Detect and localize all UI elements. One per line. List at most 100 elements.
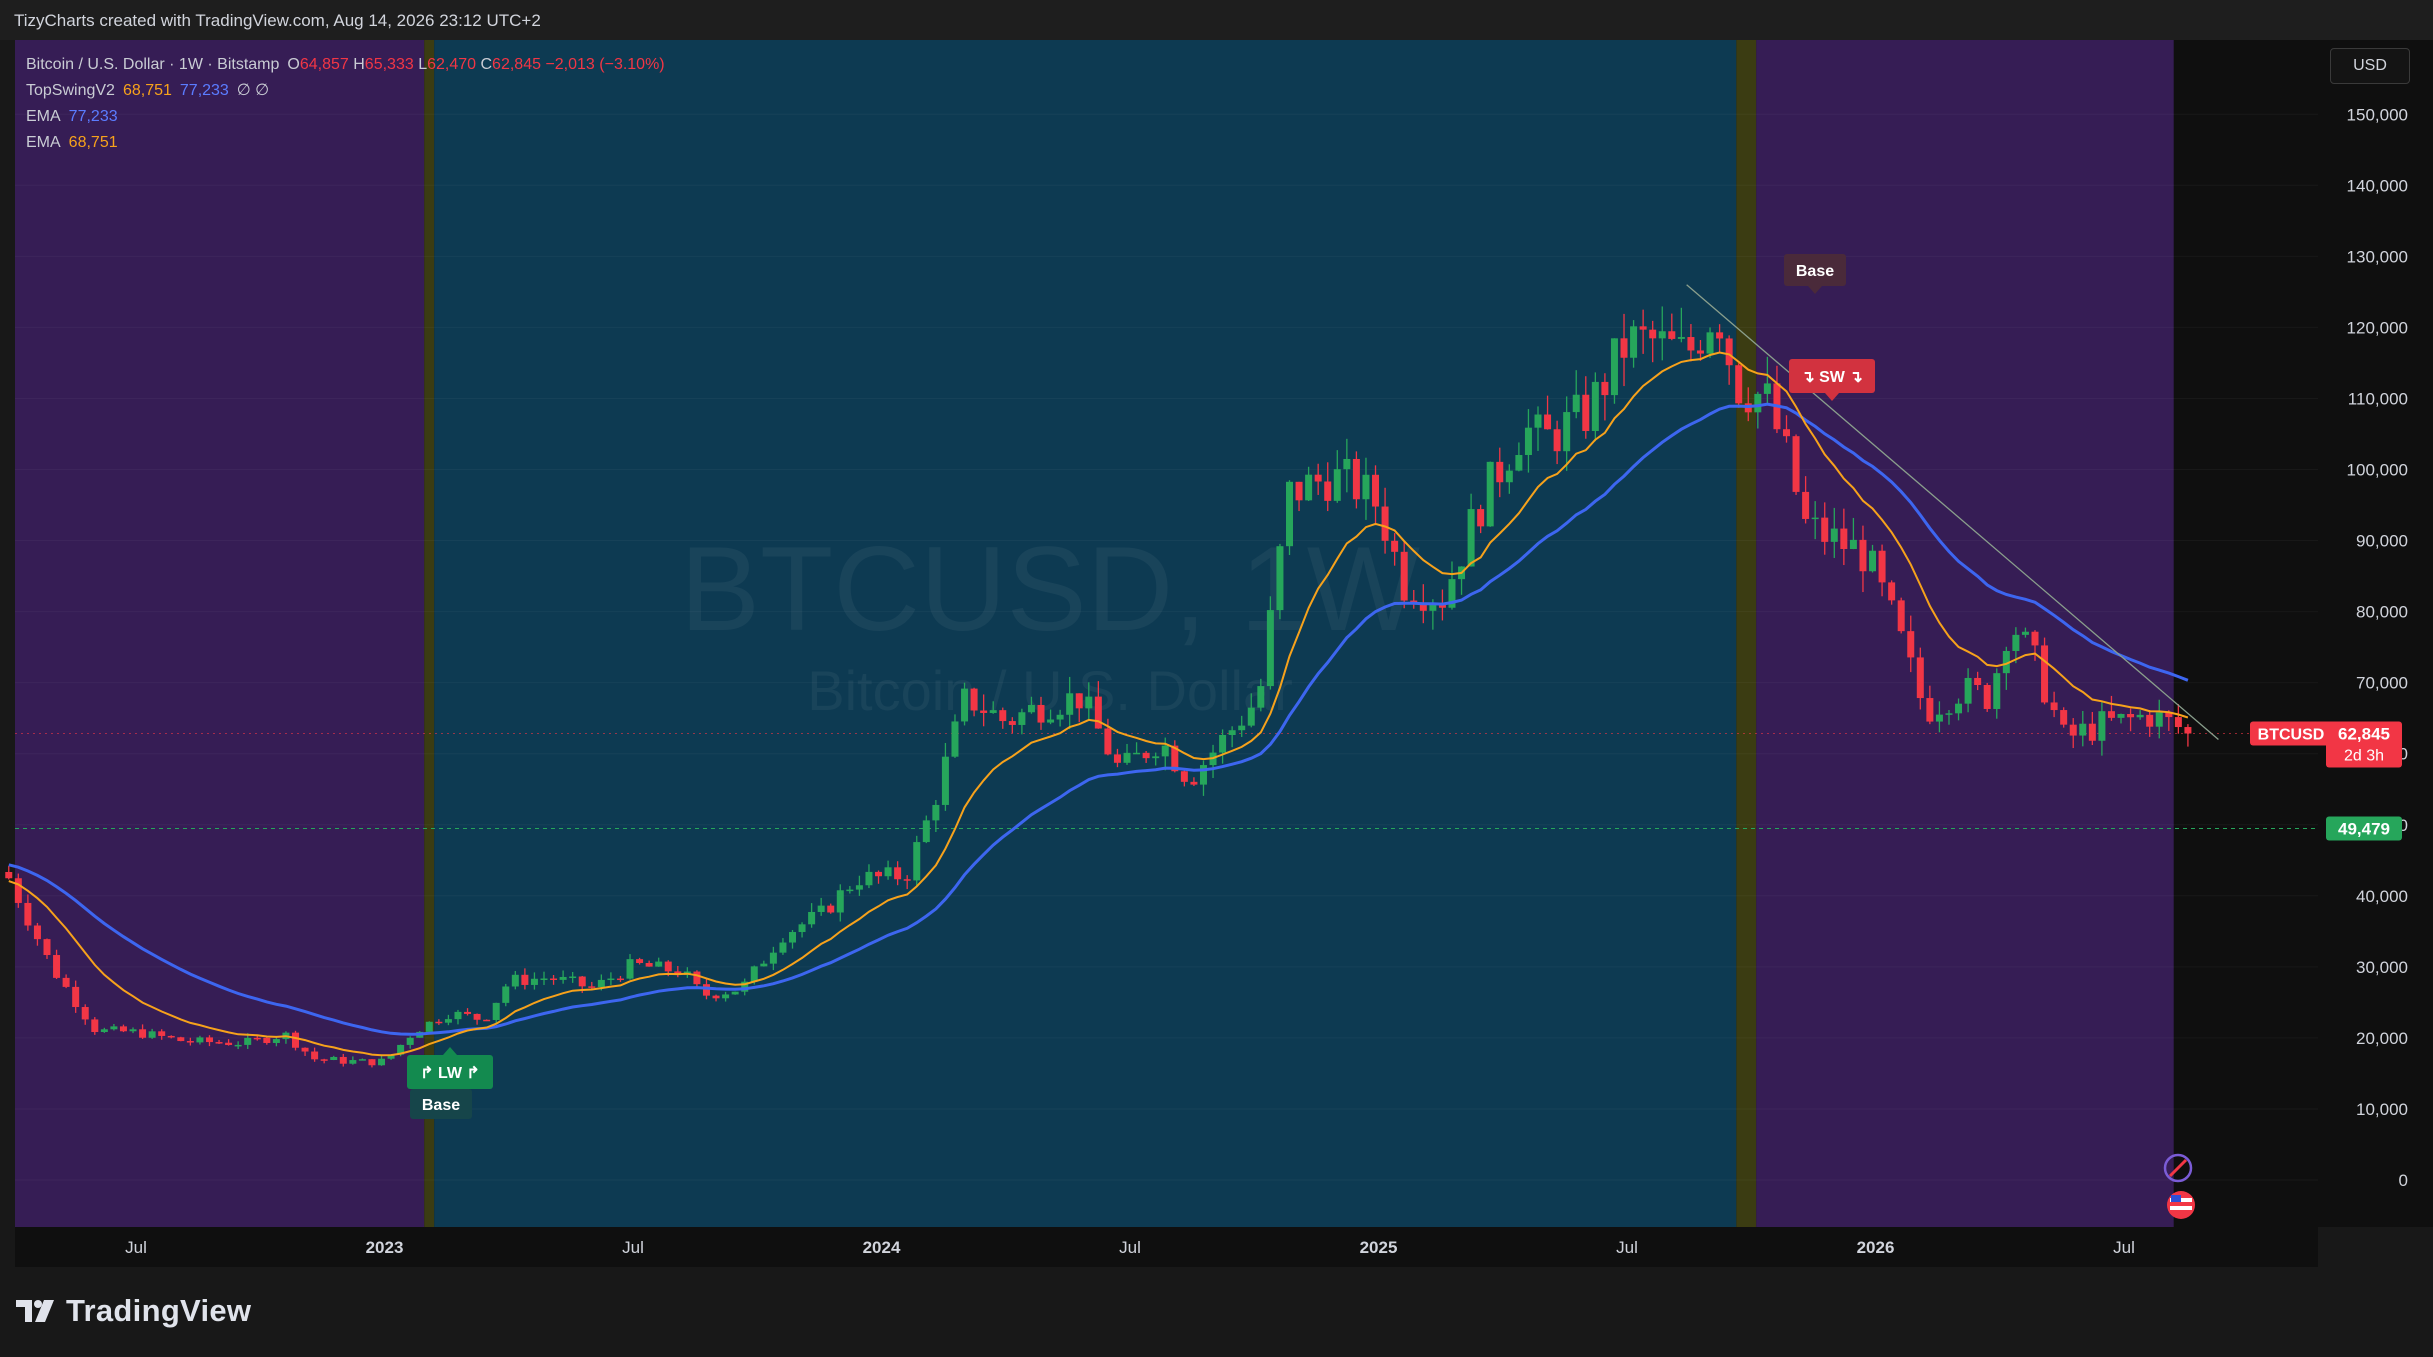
candle-body[interactable] — [521, 974, 529, 985]
candle-body[interactable] — [1247, 707, 1255, 726]
candle-body[interactable] — [2184, 727, 2192, 734]
candle-body[interactable] — [1763, 383, 1771, 394]
candle-body[interactable] — [244, 1037, 252, 1045]
candle-body[interactable] — [129, 1029, 137, 1032]
candle-body[interactable] — [2136, 714, 2144, 718]
tradingview-logo[interactable]: TradingView — [16, 1293, 251, 1329]
candle-body[interactable] — [970, 688, 978, 711]
candle-body[interactable] — [378, 1058, 386, 1066]
candle-body[interactable] — [655, 961, 663, 967]
candle-body[interactable] — [5, 871, 13, 879]
candle-body[interactable] — [1305, 474, 1313, 501]
candle-body[interactable] — [1161, 745, 1169, 757]
candle-body[interactable] — [1276, 546, 1284, 611]
candle-body[interactable] — [511, 974, 519, 987]
base-marker-bottom[interactable]: Base — [410, 1089, 472, 1119]
candle-body[interactable] — [1849, 539, 1857, 550]
candle-body[interactable] — [1381, 506, 1389, 541]
candle-body[interactable] — [2088, 723, 2096, 741]
candle-body[interactable] — [100, 1029, 108, 1033]
candle-body[interactable] — [1696, 350, 1704, 354]
candle-body[interactable] — [62, 977, 70, 987]
candle-body[interactable] — [1572, 394, 1580, 413]
candle-body[interactable] — [1515, 454, 1523, 471]
candle-body[interactable] — [1056, 714, 1064, 720]
candle-body[interactable] — [177, 1037, 185, 1042]
candle-body[interactable] — [1085, 696, 1093, 709]
candle-body[interactable] — [33, 925, 41, 940]
candle-body[interactable] — [81, 1007, 89, 1020]
candle-body[interactable] — [664, 961, 672, 972]
chart-canvas[interactable]: BTCUSD, 1W Bitcoin / U.S. Dollar Base↴ S… — [0, 0, 2433, 1357]
candle-body[interactable] — [2079, 723, 2087, 736]
candle-body[interactable] — [865, 871, 873, 886]
candle-body[interactable] — [1964, 677, 1972, 704]
candle-body[interactable] — [301, 1047, 309, 1052]
candle-body[interactable] — [1716, 332, 1724, 339]
candle-body[interactable] — [1888, 582, 1896, 601]
candle-body[interactable] — [1104, 728, 1112, 755]
candle-body[interactable] — [578, 976, 586, 987]
candle-body[interactable] — [110, 1026, 118, 1030]
candle-body[interactable] — [1878, 550, 1886, 583]
candle-body[interactable] — [502, 986, 510, 1003]
candle-body[interactable] — [702, 984, 710, 996]
candle-body[interactable] — [855, 885, 863, 890]
candle-body[interactable] — [1811, 517, 1819, 520]
candle-body[interactable] — [884, 867, 892, 877]
candle-body[interactable] — [2127, 713, 2135, 718]
candle-body[interactable] — [1066, 693, 1074, 715]
candle-body[interactable] — [492, 1002, 500, 1020]
candle-body[interactable] — [1534, 414, 1542, 428]
candle-body[interactable] — [1352, 458, 1360, 500]
candle-body[interactable] — [1075, 693, 1083, 709]
candle-body[interactable] — [788, 932, 796, 943]
candle-body[interactable] — [1601, 381, 1609, 396]
candle-body[interactable] — [941, 756, 949, 805]
candle-body[interactable] — [311, 1051, 319, 1060]
candle-body[interactable] — [2021, 631, 2029, 635]
candle-body[interactable] — [559, 976, 567, 980]
candle-body[interactable] — [483, 1019, 491, 1022]
candle-body[interactable] — [2174, 717, 2182, 728]
candle-body[interactable] — [1142, 752, 1150, 759]
candle-body[interactable] — [1620, 338, 1628, 358]
candle-body[interactable] — [1113, 754, 1121, 763]
candle-body[interactable] — [1897, 600, 1905, 632]
candle-body[interactable] — [1563, 412, 1571, 452]
candle-body[interactable] — [1677, 337, 1685, 339]
candle-body[interactable] — [1792, 436, 1800, 492]
candle-body[interactable] — [1802, 491, 1810, 519]
candle-body[interactable] — [272, 1039, 280, 1043]
candle-body[interactable] — [43, 939, 51, 956]
candle-body[interactable] — [750, 966, 758, 982]
candle-body[interactable] — [961, 688, 969, 722]
candle-body[interactable] — [1467, 509, 1475, 567]
candle-body[interactable] — [1582, 394, 1590, 431]
candle-body[interactable] — [1228, 730, 1236, 735]
candle-body[interactable] — [1180, 771, 1188, 782]
candle-body[interactable] — [291, 1032, 299, 1048]
candle-body[interactable] — [1725, 338, 1733, 366]
candle-body[interactable] — [1314, 474, 1322, 482]
candle-body[interactable] — [2146, 714, 2154, 727]
candle-body[interactable] — [693, 971, 701, 985]
candle-body[interactable] — [2117, 713, 2125, 718]
candle-body[interactable] — [473, 1013, 481, 1020]
candle-body[interactable] — [1955, 703, 1963, 714]
candle-body[interactable] — [731, 991, 739, 995]
candle-body[interactable] — [1869, 550, 1877, 572]
candle-body[interactable] — [932, 804, 940, 821]
candle-body[interactable] — [330, 1056, 338, 1061]
candle-body[interactable] — [951, 721, 959, 757]
candle-body[interactable] — [158, 1031, 166, 1036]
candle-body[interactable] — [616, 978, 624, 981]
candle-body[interactable] — [2031, 631, 2039, 646]
candle-body[interactable] — [1926, 698, 1934, 722]
candle-body[interactable] — [1687, 337, 1695, 351]
candle-body[interactable] — [607, 978, 615, 981]
candle-body[interactable] — [1133, 752, 1141, 755]
candle-body[interactable] — [1238, 725, 1246, 731]
candle-body[interactable] — [1524, 427, 1532, 455]
candle-body[interactable] — [435, 1021, 443, 1024]
